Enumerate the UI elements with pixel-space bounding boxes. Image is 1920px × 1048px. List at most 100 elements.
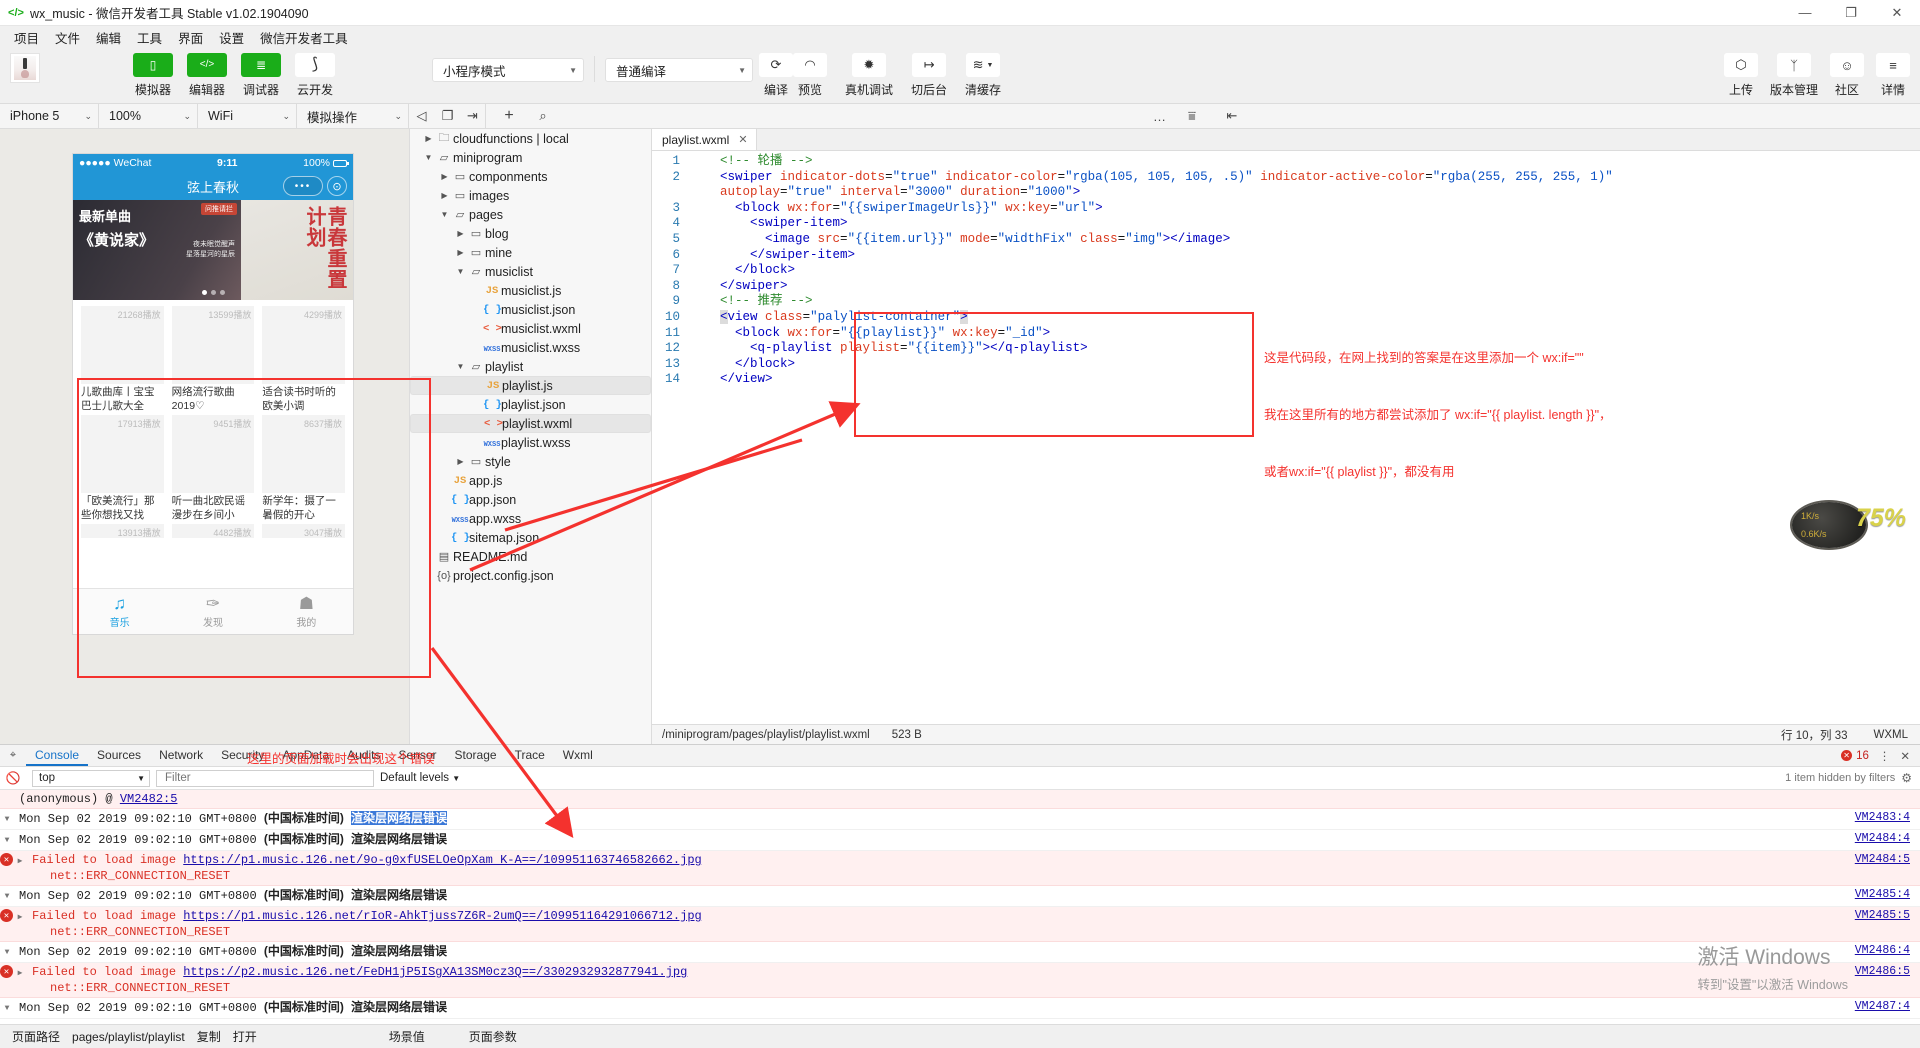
cloud-dev-button[interactable]: ⟆ 云开发 xyxy=(288,53,342,98)
tab-mine[interactable]: ☗ 我的 xyxy=(260,589,353,634)
page-params-button[interactable]: 页面参数 xyxy=(469,1028,517,1045)
tree-item[interactable]: ▶ ▭ componments xyxy=(410,167,651,186)
console-source-link[interactable]: VM2485:4 xyxy=(1855,887,1920,903)
clear-cache-button[interactable]: ≋ ▼ 清缓存 xyxy=(965,53,1001,98)
maximize-button[interactable]: ❐ xyxy=(1828,0,1874,26)
console-row[interactable]: ▼ Mon Sep 02 2019 09:02:10 GMT+0800 (中国标准… xyxy=(0,809,1920,830)
tree-item[interactable]: { } playlist.json xyxy=(410,395,651,414)
console-row[interactable]: ✕ ▶ Failed to load image https://p1.music.… xyxy=(0,907,1920,942)
panel-icon[interactable]: ⇤ xyxy=(1212,108,1252,124)
tab-console[interactable]: Console xyxy=(26,745,89,766)
tree-item[interactable]: WXSS app.wxss xyxy=(410,509,651,528)
tree-item[interactable]: {o} project.config.json xyxy=(410,566,651,585)
tree-item[interactable]: JS app.js xyxy=(410,471,651,490)
details-button[interactable]: ≡ 详情 xyxy=(1876,53,1910,98)
console-output[interactable]: (anonymous) @ VM2482:5 ▼ Mon Sep 02 2019 0… xyxy=(0,790,1920,1024)
expand-arrow-icon[interactable]: ▶ xyxy=(13,852,27,870)
sort-icon[interactable]: ⩸ xyxy=(1172,108,1212,124)
tab-sensor[interactable]: Sensor xyxy=(390,745,446,766)
console-source-link[interactable]: VM2487:4 xyxy=(1855,999,1920,1015)
image-url-link[interactable]: https://p1.music.126.net/rIoR-AhkTjuss7Z… xyxy=(183,909,701,923)
console-source-link[interactable]: VM2486:5 xyxy=(1855,964,1920,980)
menu-item-ui[interactable]: 界面 xyxy=(170,26,211,49)
rotate-icon[interactable]: ⇥ xyxy=(460,108,485,124)
minimize-button[interactable]: — xyxy=(1782,0,1828,26)
playlist-item[interactable]: 8637播放 新学年：摄了一暑假的开心事，… xyxy=(262,415,346,522)
console-filter-input[interactable] xyxy=(156,769,374,787)
avatar[interactable] xyxy=(10,53,40,83)
console-source-link[interactable]: VM2486:4 xyxy=(1855,943,1920,959)
playlist-item[interactable]: 17913播放 「欧美流行」那些你想找又找不… xyxy=(81,415,164,522)
menu-item-settings[interactable]: 设置 xyxy=(211,26,252,49)
console-row[interactable]: ▼ Mon Sep 02 2019 09:02:10 GMT+0800 (中国标准… xyxy=(0,830,1920,851)
console-row[interactable]: ▼ Mon Sep 02 2019 09:02:10 GMT+0800 (中国标准… xyxy=(0,942,1920,963)
console-row[interactable]: ✕ ▶ Failed to load image https://p1.music.… xyxy=(0,851,1920,886)
menu-item-edit[interactable]: 编辑 xyxy=(88,26,129,49)
tree-item[interactable]: ▼ ▱ miniprogram xyxy=(410,148,651,167)
close-button[interactable]: ✕ xyxy=(1874,0,1920,26)
expand-arrow-icon[interactable]: ▼ xyxy=(0,887,14,905)
twisty-expanded-icon[interactable]: ▼ xyxy=(454,362,467,371)
mode-select[interactable]: 小程序模式 ▼ xyxy=(432,58,584,82)
console-levels-select[interactable]: Default levels ▼ xyxy=(380,772,460,784)
playlist-item[interactable]: 13599播放 网络流行歌曲2019♡ xyxy=(171,306,255,413)
tree-item[interactable]: ▼ ▱ playlist xyxy=(410,357,651,376)
tree-item[interactable]: ▼ ▱ musiclist xyxy=(410,262,651,281)
tree-item[interactable]: WXSS playlist.wxss xyxy=(410,433,651,452)
add-icon[interactable]: + xyxy=(492,107,526,125)
playlist-item[interactable]: 13913播放 xyxy=(81,524,164,538)
code-editor[interactable]: 1 <!-- 轮播 --> 2 <swiper indicator-dots="t… xyxy=(652,151,1920,724)
menu-item-tools[interactable]: 工具 xyxy=(129,26,170,49)
tree-item[interactable]: JS musiclist.js xyxy=(410,281,651,300)
expand-arrow-icon[interactable]: ▼ xyxy=(0,831,14,849)
twisty-collapsed-icon[interactable]: ▶ xyxy=(422,134,435,143)
tree-item[interactable]: ▶ ▭ style xyxy=(410,452,651,471)
mute-icon[interactable]: ◁ xyxy=(409,108,434,124)
image-url-link[interactable]: https://p1.music.126.net/9o-g0xfUSELOeOp… xyxy=(183,853,701,867)
tree-item[interactable]: { } sitemap.json xyxy=(410,528,651,547)
expand-arrow-icon[interactable]: ▼ xyxy=(0,943,14,961)
tree-item[interactable]: ▶ ▭ images xyxy=(410,186,651,205)
console-source-link[interactable]: VM2483:4 xyxy=(1855,810,1920,826)
devtools-more-icon[interactable]: ⋮ xyxy=(1879,749,1891,763)
playlist-item[interactable]: 4482播放 xyxy=(171,524,255,538)
tab-sources[interactable]: Sources xyxy=(88,745,150,766)
debugger-toggle-button[interactable]: ≣ 调试器 xyxy=(234,53,288,98)
version-management-button[interactable]: ᛉ 版本管理 xyxy=(1770,53,1818,98)
tree-item[interactable]: < > playlist.wxml xyxy=(410,414,651,433)
twisty-collapsed-icon[interactable]: ▶ xyxy=(454,229,467,238)
simulate-action-select[interactable]: 模拟操作 ⌄ xyxy=(297,104,409,128)
twisty-collapsed-icon[interactable]: ▶ xyxy=(438,172,451,181)
tree-item[interactable]: < > musiclist.wxml xyxy=(410,319,651,338)
simulator-toggle-button[interactable]: ▯ 模拟器 xyxy=(126,53,180,98)
tab-appdata[interactable]: AppData xyxy=(273,745,338,766)
clear-console-icon[interactable]: 🚫 xyxy=(0,771,26,785)
tab-security[interactable]: Security xyxy=(212,745,273,766)
twisty-collapsed-icon[interactable]: ▶ xyxy=(454,248,467,257)
twisty-collapsed-icon[interactable]: ▶ xyxy=(438,191,451,200)
background-button[interactable]: ↦ 切后台 xyxy=(911,53,947,98)
expand-arrow-icon[interactable]: ▶ xyxy=(13,908,27,926)
console-source-link[interactable]: VM2484:5 xyxy=(1855,852,1920,868)
network-select[interactable]: WiFi ⌄ xyxy=(198,104,297,128)
menu-item-devtools[interactable]: 微信开发者工具 xyxy=(252,26,356,49)
image-url-link[interactable]: https://p2.music.126.net/FeDH1jP5ISgXA13… xyxy=(183,965,687,979)
tab-trace[interactable]: Trace xyxy=(506,745,554,766)
scene-value-button[interactable]: 场景值 xyxy=(377,1028,437,1045)
tree-item[interactable]: JS playlist.js xyxy=(410,376,651,395)
file-tree[interactable]: ▶ 🗀 cloudfunctions | local ▼ ▱ miniprogram ▶ ▭ c… xyxy=(410,129,652,744)
tree-item[interactable]: ▶ ▭ blog xyxy=(410,224,651,243)
tab-audits[interactable]: Audits xyxy=(338,745,389,766)
real-device-debug-button[interactable]: ✹ 真机调试 xyxy=(845,53,893,98)
menu-item-project[interactable]: 项目 xyxy=(6,26,47,49)
console-row[interactable]: (anonymous) @ VM2482:5 xyxy=(0,790,1920,809)
console-source-link[interactable]: VM2485:5 xyxy=(1855,908,1920,924)
zoom-select[interactable]: 100% ⌄ xyxy=(99,104,198,128)
close-icon[interactable]: ✕ xyxy=(738,133,747,146)
open-path-button[interactable]: 打开 xyxy=(233,1028,257,1045)
copy-path-button[interactable]: 复制 xyxy=(185,1028,233,1045)
playlist-item[interactable]: 21268播放 儿歌曲库丨宝宝巴士儿歌大全 xyxy=(81,306,164,413)
device-select[interactable]: iPhone 5 ⌄ xyxy=(0,104,99,128)
banner-swiper[interactable]: 问推请拦 最新单曲 《黄说家》 夜未眠觉醒声 星落星河的星辰 青春重置计划 xyxy=(73,200,353,300)
twisty-collapsed-icon[interactable]: ▶ xyxy=(454,457,467,466)
